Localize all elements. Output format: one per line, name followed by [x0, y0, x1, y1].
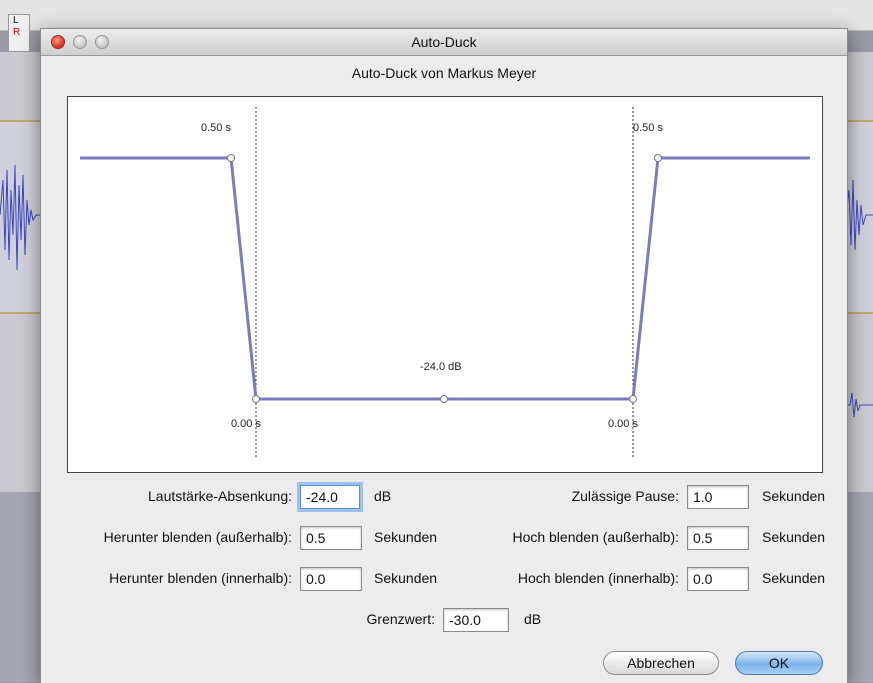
duck-amount-input[interactable]	[300, 485, 360, 509]
fade-up-outer-unit: Sekunden	[762, 529, 826, 545]
fade-down-outer-label: Herunter blenden (außerhalb):	[103, 529, 292, 545]
fade-down-inner-unit: Sekunden	[374, 570, 438, 586]
fade-up-outer-label: Hoch blenden (außerhalb):	[512, 529, 679, 545]
fade-up-inner-input[interactable]	[687, 567, 749, 591]
dialog-subtitle: Auto-Duck von Markus Meyer	[351, 65, 537, 81]
handle-fade-up-start[interactable]	[629, 395, 637, 403]
waveform-right	[846, 179, 873, 251]
inner-fade-left-label: 0.00 s	[231, 418, 261, 430]
channel-r-label: R	[13, 27, 21, 38]
duck-envelope-graph[interactable]: 0.50 s 0.50 s 0.00 s 0.00 s -24.0 dB	[67, 96, 823, 473]
max-pause-input[interactable]	[687, 485, 749, 509]
fade-down-outer-unit: Sekunden	[374, 529, 438, 545]
background-toolbar	[0, 0, 873, 31]
max-pause-unit: Sekunden	[762, 488, 826, 504]
waveform-left	[0, 164, 40, 271]
threshold-label: Grenzwert:	[366, 611, 435, 627]
outer-fade-left-label: 0.50 s	[201, 122, 231, 134]
background-lower-right	[846, 492, 873, 682]
fade-down-inner-label: Herunter blenden (innerhalb):	[109, 570, 292, 586]
minimize-window-icon[interactable]	[73, 35, 87, 49]
auto-duck-dialog: Auto-Duck Auto-Duck von Markus Meyer 0.5…	[40, 28, 848, 683]
inner-fade-right-label: 0.00 s	[608, 418, 638, 430]
waveform-right-lower	[846, 392, 873, 418]
window-title: Auto-Duck	[411, 34, 477, 50]
fade-up-outer-input[interactable]	[687, 526, 749, 550]
envelope-canvas	[80, 107, 810, 459]
handle-fade-up-end[interactable]	[654, 154, 662, 162]
close-window-icon[interactable]	[51, 35, 65, 49]
threshold-unit: dB	[524, 611, 542, 627]
ok-button[interactable]: OK	[735, 651, 823, 675]
zoom-window-icon[interactable]	[95, 35, 109, 49]
handle-level[interactable]	[440, 395, 448, 403]
channel-indicator: L R	[8, 14, 30, 52]
threshold-input[interactable]	[443, 608, 509, 632]
handle-fade-down-end[interactable]	[252, 395, 260, 403]
fade-down-inner-input[interactable]	[300, 567, 362, 591]
fade-down-outer-input[interactable]	[300, 526, 362, 550]
duck-amount-unit: dB	[374, 488, 392, 504]
fade-up-inner-unit: Sekunden	[762, 570, 826, 586]
handle-fade-down-start[interactable]	[227, 154, 235, 162]
outer-fade-right-label: 0.50 s	[633, 122, 663, 134]
channel-l-label: L	[13, 15, 19, 26]
max-pause-label: Zulässige Pause:	[571, 488, 679, 504]
level-label: -24.0 dB	[420, 361, 462, 373]
duck-amount-label: Lautstärke-Absenkung:	[148, 488, 292, 504]
fade-up-inner-label: Hoch blenden (innerhalb):	[517, 570, 679, 586]
background-lower-left	[0, 492, 40, 682]
title-bar[interactable]: Auto-Duck	[41, 29, 847, 56]
window-controls	[51, 35, 109, 49]
cancel-button[interactable]: Abbrechen	[603, 651, 719, 675]
